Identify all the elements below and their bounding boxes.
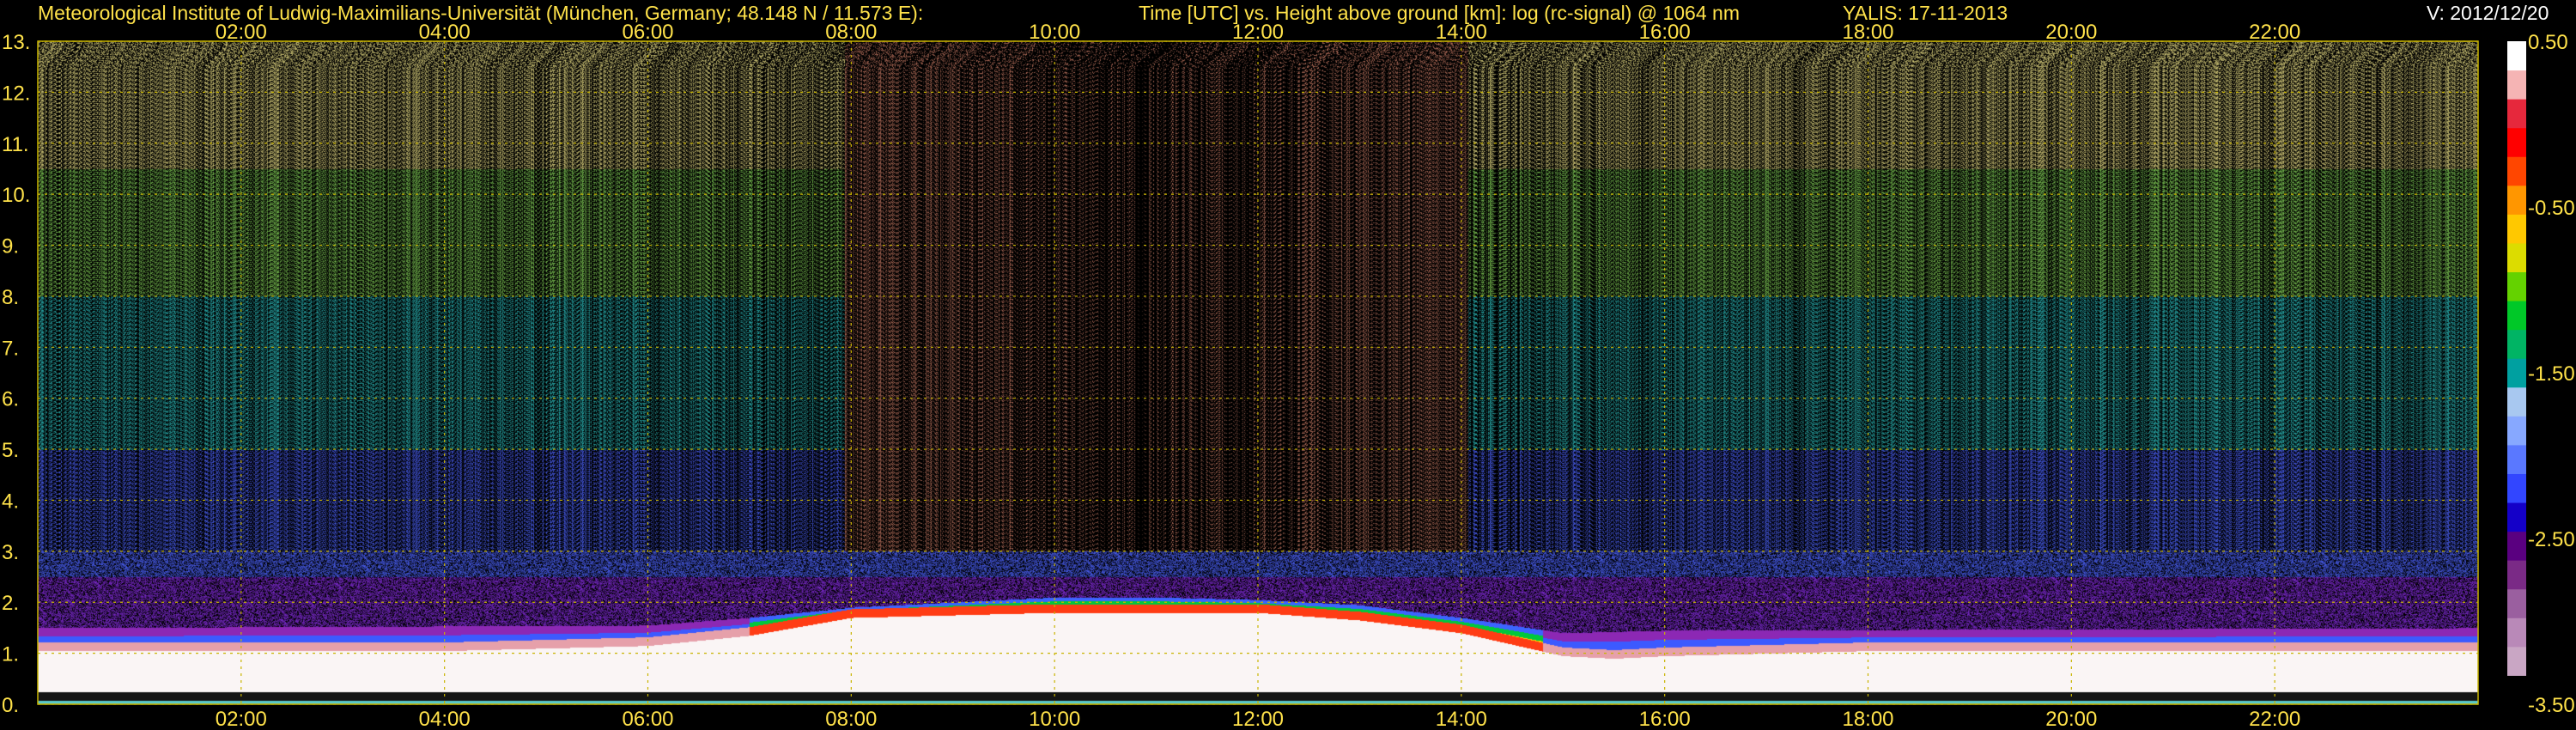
colorbar-swatch: [2507, 386, 2526, 417]
colorbar-swatch: [2507, 473, 2526, 503]
x-tick-label-top: 08:00: [825, 21, 877, 44]
x-tick-label-bottom: 12:00: [1232, 708, 1284, 730]
colorbar-tick-label: 0.50: [2528, 31, 2568, 54]
colorbar-tick-label: -3.50: [2528, 694, 2575, 717]
colorbar-tick-label: -1.50: [2528, 362, 2575, 386]
y-tick-label: 8.: [2, 286, 19, 309]
colorbar-tick-label: -0.50: [2528, 197, 2575, 220]
x-tick-label-bottom: 02:00: [216, 708, 267, 730]
x-tick-label-top: 14:00: [1436, 21, 1487, 44]
y-tick-label: 9.: [2, 235, 19, 259]
x-tick-label-bottom: 18:00: [1842, 708, 1893, 730]
colorbar-swatch: [2507, 301, 2526, 331]
colorbar-swatch: [2507, 416, 2526, 446]
colorbar-swatch: [2507, 156, 2526, 186]
colorbar-swatch: [2507, 617, 2526, 648]
lidar-chart: 02:00 04:00 06:00 08:00 10:00 12:00 14:00 16:00…: [2, 21, 2575, 730]
colorbar-swatch: [2507, 588, 2526, 618]
y-tick-label: 6.: [2, 388, 19, 411]
y-tick-label: 2.: [2, 592, 19, 615]
y-tick-label: 13.: [2, 31, 30, 54]
colorbar-swatch: [2507, 185, 2526, 215]
colorbar-swatch: [2507, 502, 2526, 532]
y-tick-label: 4.: [2, 490, 19, 513]
colorbar-tick-label: -2.50: [2528, 528, 2575, 551]
colorbar-swatch: [2507, 214, 2526, 244]
x-tick-label-bottom: 06:00: [622, 708, 673, 730]
x-tick-label-bottom: 22:00: [2249, 708, 2300, 730]
y-tick-label: 12.: [2, 82, 30, 105]
colorbar-swatch: [2507, 99, 2526, 129]
x-tick-label-top: 18:00: [1842, 21, 1893, 44]
x-tick-label-top: 06:00: [622, 21, 673, 44]
x-tick-label-bottom: 20:00: [2045, 708, 2097, 730]
colorbar-swatch: [2507, 41, 2526, 71]
colorbar-axis: 0.50 -0.50 -1.50 -2.50 -3.50: [2528, 31, 2575, 717]
colorbar-swatch: [2507, 70, 2526, 100]
y-tick-label: 0.: [2, 694, 19, 717]
x-tick-label-bottom: 14:00: [1436, 708, 1487, 730]
x-tick-label-top: 22:00: [2249, 21, 2300, 44]
x-tick-label-top: 10:00: [1029, 21, 1080, 44]
x-tick-label-top: 16:00: [1639, 21, 1691, 44]
y-axis: 0. 1. 2. 3. 4. 5. 6. 7. 8. 9. 10. 11. 12. 13.: [2, 31, 30, 717]
colorbar-swatch: [2507, 329, 2526, 359]
colorbar-swatch: [2507, 444, 2526, 474]
x-tick-label-bottom: 10:00: [1029, 708, 1080, 730]
colorbar-swatch: [2507, 646, 2526, 676]
colorbar-swatch: [2507, 271, 2526, 301]
colorbar-swatch: [2507, 127, 2526, 157]
x-tick-label-bottom: 08:00: [825, 708, 877, 730]
y-tick-label: 5.: [2, 439, 19, 462]
x-tick-label-top: 12:00: [1232, 21, 1284, 44]
x-tick-label-top: 20:00: [2045, 21, 2097, 44]
colorbar-swatch: [2507, 358, 2526, 388]
x-tick-label-top: 04:00: [419, 21, 471, 44]
y-tick-label: 11.: [2, 133, 29, 156]
colorbar: [2507, 41, 2526, 705]
colorbar-swatch: [2507, 560, 2526, 590]
y-tick-label: 3.: [2, 541, 19, 564]
y-tick-label: 10.: [2, 184, 30, 207]
colorbar-swatch: [2507, 675, 2526, 705]
x-tick-label-bottom: 04:00: [419, 708, 471, 730]
x-tick-label-bottom: 16:00: [1639, 708, 1691, 730]
y-tick-label: 1.: [2, 643, 19, 666]
colorbar-swatch: [2507, 242, 2526, 273]
x-tick-label-top: 02:00: [216, 21, 267, 44]
x-axis-top: 02:00 04:00 06:00 08:00 10:00 12:00 14:00 16:00…: [216, 21, 2300, 44]
x-axis-bottom: 02:00 04:00 06:00 08:00 10:00 12:00 14:00 16:00…: [216, 708, 2300, 730]
colorbar-swatch: [2507, 531, 2526, 561]
y-tick-label: 7.: [2, 337, 19, 360]
